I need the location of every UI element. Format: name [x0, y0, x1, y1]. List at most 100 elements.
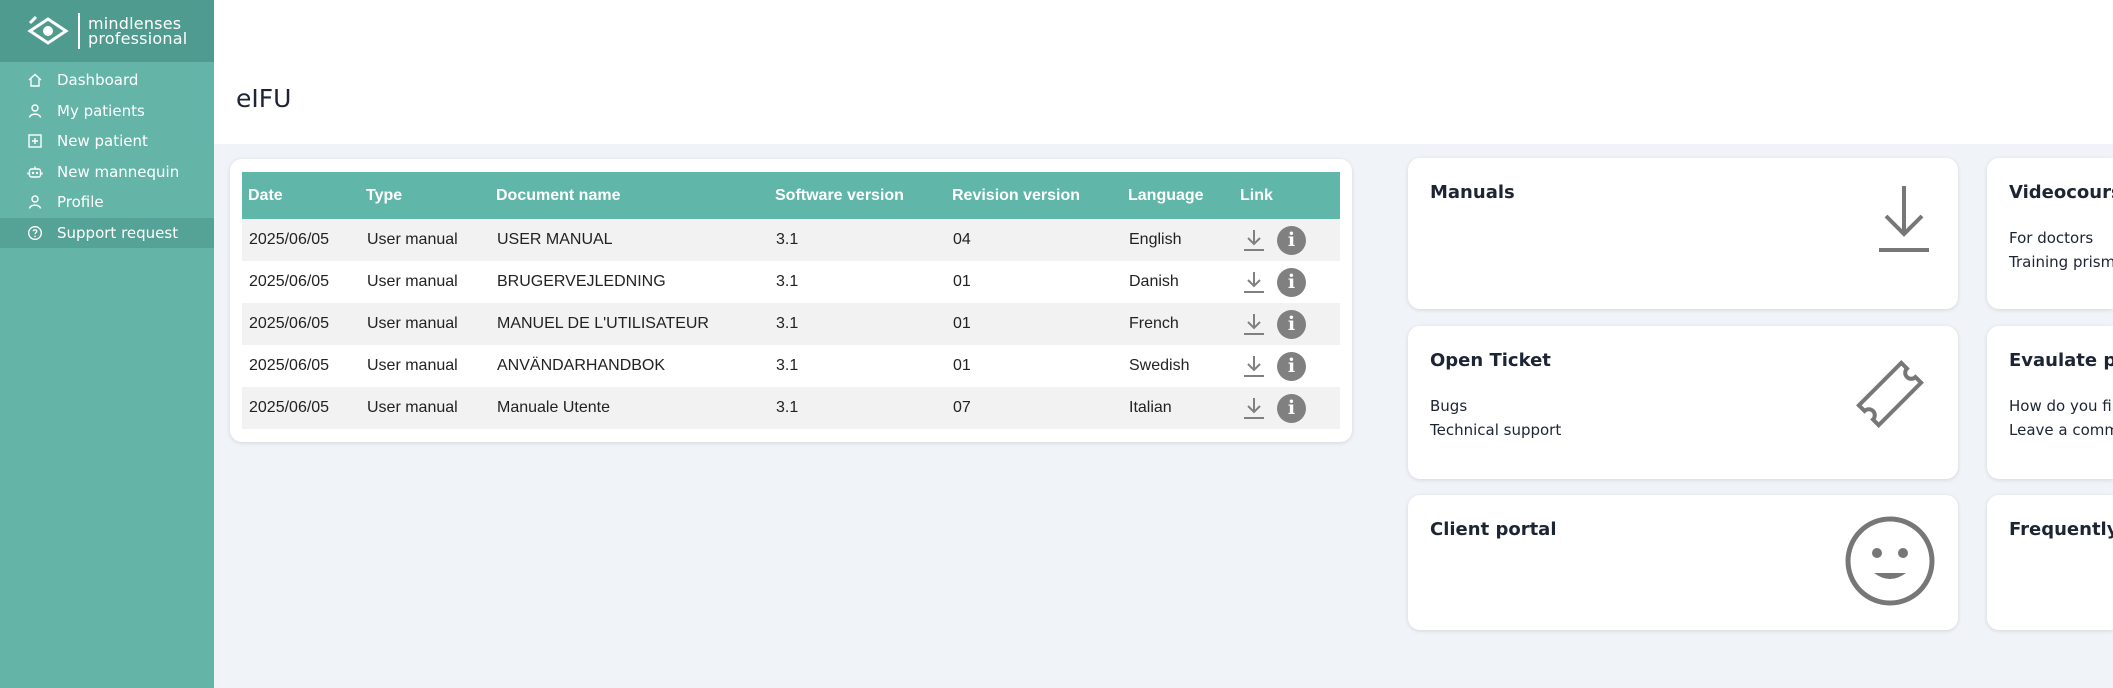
cell-software-version: 3.1: [776, 315, 799, 332]
brand-line2: professional: [88, 29, 188, 48]
ticket-icon: [1848, 352, 1932, 440]
column-header-link: Link: [1240, 186, 1273, 204]
tile-evaluate[interactable]: Evaulate pla How do you find Leave a com…: [1987, 326, 2113, 479]
page-title: eIFU: [236, 84, 292, 113]
sidebar-item-label: New mannequin: [57, 162, 180, 181]
cell-type: User manual: [367, 273, 458, 290]
home-icon: [26, 71, 44, 89]
cell-document-name: MANUEL DE L'UTILISATEUR: [497, 315, 709, 332]
sidebar-item-label: New patient: [57, 132, 148, 151]
tile-title: Videocourse: [2009, 182, 2113, 203]
sidebar-item-label: Profile: [57, 193, 104, 212]
tile-line: Leave a comme: [2009, 421, 2113, 439]
smiley-icon: [1844, 515, 1936, 611]
sidebar-item-dashboard[interactable]: Dashboard: [0, 65, 214, 96]
tile-videocourse[interactable]: Videocourse For doctors Training prisma: [1987, 158, 2113, 309]
page-header: eIFU: [214, 0, 2113, 144]
sidebar-item-label: Dashboard: [57, 71, 139, 90]
table-row: 2025/06/05 User manual BRUGERVEJLEDNING …: [242, 261, 1340, 303]
column-header-date: Date: [248, 186, 283, 204]
table-header-row: Date Type Document name Software version…: [242, 172, 1340, 219]
sidebar-item-support-request[interactable]: Support request: [0, 217, 214, 248]
sidebar-item-profile[interactable]: Profile: [0, 187, 214, 218]
tile-line: Training prisma: [2009, 253, 2113, 271]
table-row: 2025/06/05 User manual MANUEL DE L'UTILI…: [242, 303, 1340, 345]
cell-language: Swedish: [1129, 357, 1190, 374]
cell-language: French: [1129, 315, 1179, 332]
plus-square-icon: [26, 132, 44, 150]
cell-type: User manual: [367, 399, 458, 416]
sidebar-item-label: My patients: [57, 101, 145, 120]
robot-icon: [26, 163, 44, 181]
cell-date: 2025/06/05: [249, 273, 330, 290]
cell-link: i: [1234, 219, 1340, 261]
person-icon: [26, 193, 44, 211]
brand-logo[interactable]: mindlenses professional: [0, 0, 214, 62]
tile-faq[interactable]: Frequently A: [1987, 495, 2113, 630]
tile-line: How do you find: [2009, 397, 2113, 415]
info-icon[interactable]: i: [1277, 351, 1306, 381]
sidebar-item-my-patients[interactable]: My patients: [0, 96, 214, 127]
info-icon[interactable]: i: [1277, 309, 1306, 339]
brand-name: mindlenses professional: [88, 16, 188, 48]
tile-open-ticket[interactable]: Open Ticket Bugs Technical support: [1408, 326, 1958, 479]
cell-software-version: 3.1: [776, 231, 799, 248]
tile-line: Bugs: [1430, 397, 1468, 415]
column-header-document-name: Document name: [496, 186, 621, 204]
download-icon[interactable]: [1241, 395, 1267, 421]
tile-lines: How do you find Leave a comme: [2009, 394, 2113, 442]
download-icon[interactable]: [1241, 311, 1267, 337]
cell-revision-version: 07: [953, 399, 971, 416]
eifu-table: Date Type Document name Software version…: [242, 172, 1340, 429]
cell-type: User manual: [367, 231, 458, 248]
eye-logo-icon: [26, 13, 70, 49]
tile-lines: For doctors Training prisma: [2009, 226, 2113, 274]
cell-link: i: [1234, 345, 1340, 387]
download-icon: [1876, 184, 1932, 258]
cell-document-name: BRUGERVEJLEDNING: [497, 273, 666, 290]
tile-line: Technical support: [1430, 421, 1562, 439]
sidebar-item-new-mannequin[interactable]: New mannequin: [0, 157, 214, 188]
column-header-revision-version: Revision version: [952, 186, 1081, 204]
eifu-table-card: Date Type Document name Software version…: [230, 159, 1352, 442]
logo-separator: [78, 13, 80, 49]
cell-revision-version: 01: [953, 357, 971, 374]
cell-date: 2025/06/05: [249, 357, 330, 374]
cell-date: 2025/06/05: [249, 399, 330, 416]
person-icon: [26, 102, 44, 120]
cell-link: i: [1234, 261, 1340, 303]
cell-language: English: [1129, 231, 1182, 248]
question-circle-icon: [26, 224, 44, 242]
cell-revision-version: 04: [953, 231, 971, 248]
download-icon[interactable]: [1241, 353, 1267, 379]
tile-client-portal[interactable]: Client portal: [1408, 495, 1958, 630]
table-row: 2025/06/05 User manual ANVÄNDARHANDBOK 3…: [242, 345, 1340, 387]
download-icon[interactable]: [1241, 269, 1267, 295]
column-header-type: Type: [366, 186, 403, 204]
tile-title: Manuals: [1430, 182, 1515, 203]
tile-line: For doctors: [2009, 229, 2094, 247]
tile-lines: Bugs Technical support: [1430, 394, 1561, 442]
sidebar: mindlenses professional Dashboard My pat…: [0, 0, 214, 688]
sidebar-item-new-patient[interactable]: New patient: [0, 126, 214, 157]
table-row: 2025/06/05 User manual USER MANUAL 3.1 0…: [242, 219, 1340, 261]
download-icon[interactable]: [1241, 227, 1267, 253]
cell-language: Danish: [1129, 273, 1179, 290]
cell-date: 2025/06/05: [249, 231, 330, 248]
cell-type: User manual: [367, 357, 458, 374]
cell-date: 2025/06/05: [249, 315, 330, 332]
cell-software-version: 3.1: [776, 399, 799, 416]
tile-title: Open Ticket: [1430, 350, 1551, 371]
tile-title: Evaulate pla: [2009, 350, 2113, 371]
tile-manuals[interactable]: Manuals: [1408, 158, 1958, 309]
info-icon[interactable]: i: [1277, 225, 1306, 255]
cell-document-name: USER MANUAL: [497, 231, 613, 248]
cell-document-name: ANVÄNDARHANDBOK: [497, 357, 666, 374]
sidebar-nav: Dashboard My patients New patient New ma…: [0, 62, 214, 248]
info-icon[interactable]: i: [1277, 393, 1306, 423]
cell-document-name: Manuale Utente: [497, 399, 610, 416]
cell-revision-version: 01: [953, 315, 971, 332]
cell-link: i: [1234, 387, 1340, 429]
info-icon[interactable]: i: [1277, 267, 1306, 297]
table-row: 2025/06/05 User manual Manuale Utente 3.…: [242, 387, 1340, 429]
